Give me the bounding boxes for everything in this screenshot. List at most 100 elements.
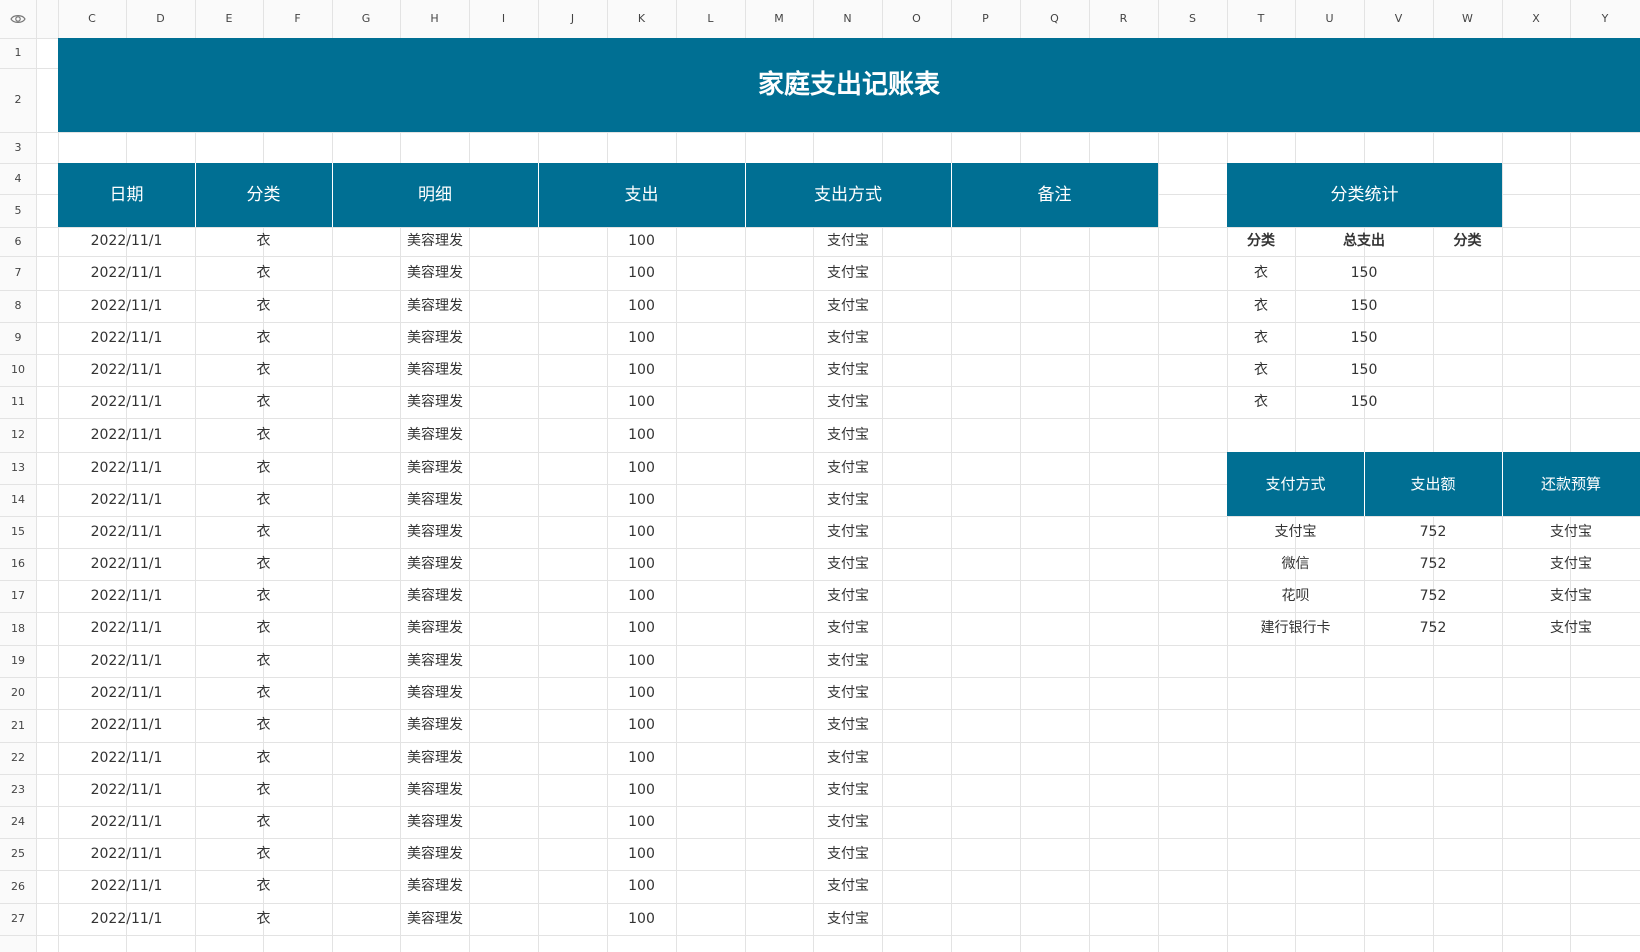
main-cell[interactable] [951, 452, 1158, 484]
main-cell[interactable]: 100 [538, 548, 745, 580]
main-cell[interactable]: 100 [538, 386, 745, 418]
main-cell[interactable]: 100 [538, 645, 745, 677]
main-cell[interactable]: 2022/11/1 [58, 709, 195, 742]
row-label[interactable]: 27 [0, 903, 36, 935]
main-cell[interactable]: 美容理发 [332, 290, 538, 322]
main-cell[interactable]: 衣 [195, 645, 332, 677]
main-cell[interactable]: 支付宝 [745, 516, 951, 548]
column-label[interactable]: W [1433, 0, 1502, 38]
main-cell[interactable]: 2022/11/1 [58, 838, 195, 870]
column-label[interactable]: K [607, 0, 676, 38]
main-cell[interactable]: 衣 [195, 742, 332, 774]
payment-cell[interactable]: 支付宝 [1502, 612, 1640, 645]
main-cell[interactable] [951, 612, 1158, 645]
main-cell[interactable] [951, 386, 1158, 418]
main-cell[interactable]: 2022/11/1 [58, 452, 195, 484]
row-label[interactable]: 6 [0, 227, 36, 256]
column-label[interactable]: C [58, 0, 126, 38]
main-cell[interactable]: 美容理发 [332, 548, 538, 580]
category-stats-cell[interactable] [1433, 354, 1502, 386]
main-cell[interactable]: 衣 [195, 838, 332, 870]
payment-cell[interactable]: 752 [1364, 548, 1502, 580]
payment-header-0[interactable]: 支付方式 [1227, 452, 1364, 516]
main-cell[interactable]: 2022/11/1 [58, 418, 195, 452]
row-label[interactable]: 10 [0, 354, 36, 386]
main-cell[interactable] [951, 227, 1158, 256]
row-label[interactable]: 15 [0, 516, 36, 548]
main-cell[interactable]: 2022/11/1 [58, 645, 195, 677]
main-header-1[interactable]: 分类 [195, 163, 332, 227]
main-cell[interactable]: 2022/11/1 [58, 386, 195, 418]
column-label[interactable]: M [745, 0, 813, 38]
main-cell[interactable]: 衣 [195, 903, 332, 935]
main-cell[interactable]: 支付宝 [745, 806, 951, 838]
main-cell[interactable]: 支付宝 [745, 742, 951, 774]
main-cell[interactable]: 100 [538, 903, 745, 935]
column-label[interactable]: T [1227, 0, 1295, 38]
category-stats-cell[interactable]: 衣 [1227, 290, 1295, 322]
row-label[interactable]: 8 [0, 290, 36, 322]
main-header-2[interactable]: 明细 [332, 163, 538, 227]
row-label[interactable]: 18 [0, 612, 36, 645]
main-cell[interactable]: 100 [538, 709, 745, 742]
main-cell[interactable]: 衣 [195, 774, 332, 806]
column-label[interactable]: S [1158, 0, 1227, 38]
category-stats-cell[interactable] [1433, 256, 1502, 290]
main-cell[interactable]: 美容理发 [332, 806, 538, 838]
column-label[interactable]: G [332, 0, 400, 38]
main-cell[interactable]: 支付宝 [745, 580, 951, 612]
main-cell[interactable]: 衣 [195, 870, 332, 903]
category-stats-cell[interactable]: 150 [1295, 256, 1433, 290]
main-cell[interactable]: 衣 [195, 709, 332, 742]
main-cell[interactable]: 衣 [195, 452, 332, 484]
main-cell[interactable]: 2022/11/1 [58, 870, 195, 903]
main-cell[interactable]: 100 [538, 838, 745, 870]
main-cell[interactable] [951, 516, 1158, 548]
main-cell[interactable]: 美容理发 [332, 227, 538, 256]
main-cell[interactable]: 美容理发 [332, 452, 538, 484]
main-cell[interactable] [951, 548, 1158, 580]
main-cell[interactable] [951, 322, 1158, 354]
main-cell[interactable]: 支付宝 [745, 903, 951, 935]
column-label[interactable]: D [126, 0, 195, 38]
main-cell[interactable]: 支付宝 [745, 612, 951, 645]
main-cell[interactable]: 美容理发 [332, 418, 538, 452]
category-stats-cell[interactable] [1433, 290, 1502, 322]
row-label[interactable]: 9 [0, 322, 36, 354]
main-cell[interactable] [951, 903, 1158, 935]
main-cell[interactable]: 衣 [195, 322, 332, 354]
sheet-title[interactable]: 家庭支出记账表 [58, 38, 1640, 132]
main-cell[interactable]: 2022/11/1 [58, 354, 195, 386]
main-cell[interactable]: 2022/11/1 [58, 742, 195, 774]
row-label[interactable]: 2 [0, 68, 36, 132]
main-cell[interactable]: 支付宝 [745, 256, 951, 290]
column-label[interactable]: F [263, 0, 332, 38]
main-cell[interactable]: 100 [538, 677, 745, 709]
payment-cell[interactable]: 建行银行卡 [1227, 612, 1364, 645]
payment-header-2[interactable]: 还款预算 [1502, 452, 1640, 516]
category-stats-header-0[interactable]: 分类 [1227, 227, 1295, 256]
column-label[interactable]: Y [1570, 0, 1640, 38]
main-cell[interactable]: 100 [538, 290, 745, 322]
main-cell[interactable] [951, 290, 1158, 322]
main-cell[interactable]: 美容理发 [332, 774, 538, 806]
main-cell[interactable]: 2022/11/1 [58, 903, 195, 935]
category-stats-cell[interactable]: 150 [1295, 290, 1433, 322]
column-label[interactable]: L [676, 0, 745, 38]
row-label[interactable]: 19 [0, 645, 36, 677]
category-stats-cell[interactable] [1433, 386, 1502, 418]
main-header-0[interactable]: 日期 [58, 163, 195, 227]
payment-cell[interactable]: 752 [1364, 516, 1502, 548]
main-cell[interactable]: 美容理发 [332, 870, 538, 903]
main-cell[interactable]: 100 [538, 484, 745, 516]
main-cell[interactable]: 支付宝 [745, 838, 951, 870]
main-cell[interactable]: 支付宝 [745, 227, 951, 256]
main-header-3[interactable]: 支出 [538, 163, 745, 227]
row-label[interactable]: 13 [0, 452, 36, 484]
payment-cell[interactable]: 支付宝 [1502, 580, 1640, 612]
main-cell[interactable]: 美容理发 [332, 322, 538, 354]
main-cell[interactable]: 支付宝 [745, 290, 951, 322]
column-label[interactable]: E [195, 0, 263, 38]
column-label[interactable]: J [538, 0, 607, 38]
row-label[interactable]: 1 [0, 38, 36, 68]
